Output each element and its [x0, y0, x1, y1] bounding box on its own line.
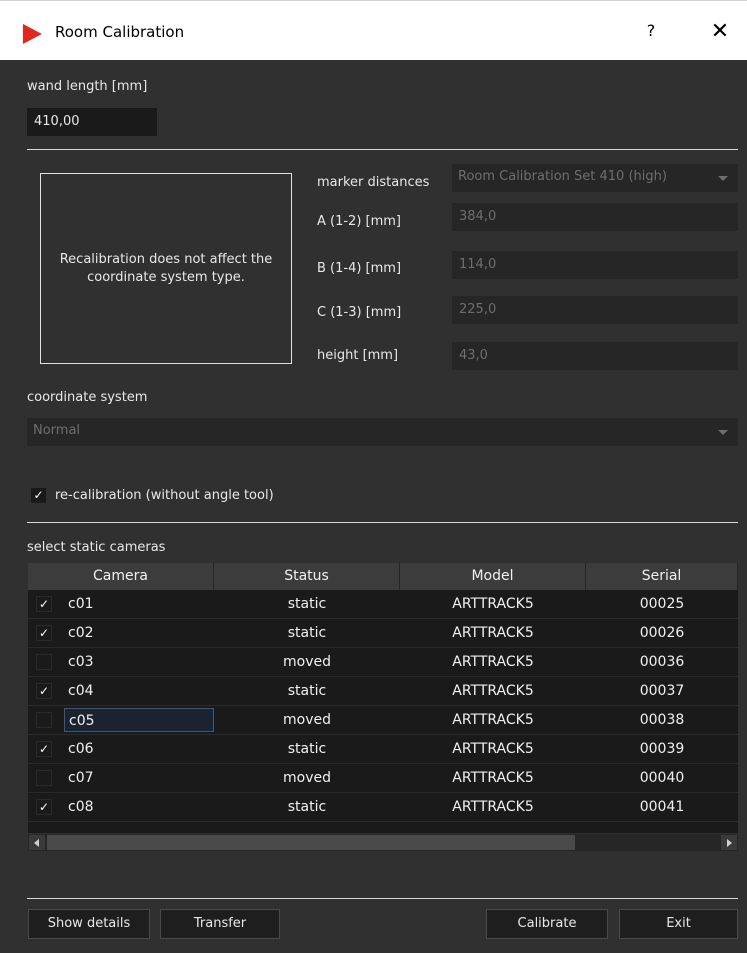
- marker-distances-label: marker distances: [317, 175, 430, 190]
- row-checkbox[interactable]: [36, 770, 52, 786]
- chevron-down-icon: [718, 176, 728, 181]
- scroll-left-icon[interactable]: [29, 835, 45, 850]
- camera-name: c08: [68, 799, 94, 815]
- help-button[interactable]: ?: [638, 21, 664, 45]
- camera-name: c07: [68, 770, 94, 786]
- recalibration-option[interactable]: ✓ re-calibration (without angle tool): [31, 488, 274, 503]
- scroll-right-icon[interactable]: [721, 835, 737, 850]
- camera-name: c01: [68, 596, 94, 612]
- camera-serial: 00037: [639, 683, 685, 699]
- camera-model: ARTTRACK5: [452, 741, 534, 757]
- camera-model: ARTTRACK5: [452, 654, 534, 670]
- table-header: Camera Status Model Serial: [28, 563, 738, 590]
- exit-button[interactable]: Exit: [619, 909, 738, 939]
- show-details-button[interactable]: Show details: [28, 909, 150, 939]
- column-header-serial[interactable]: Serial: [586, 563, 738, 590]
- camera-name: c04: [68, 683, 94, 699]
- transfer-button[interactable]: Transfer: [160, 909, 280, 939]
- column-header-camera[interactable]: Camera: [28, 563, 214, 590]
- height-label: height [mm]: [317, 348, 399, 363]
- camera-model: ARTTRACK5: [452, 712, 534, 728]
- camera-serial: 00036: [639, 654, 685, 670]
- table-row[interactable]: ✓ c04 static ARTTRACK5 00037: [28, 677, 738, 706]
- camera-model: ARTTRACK5: [452, 625, 534, 641]
- table-row[interactable]: c03 moved ARTTRACK5 00036: [28, 648, 738, 677]
- marker-distances-value: Room Calibration Set 410 (high): [458, 169, 667, 184]
- marker-a-input[interactable]: 384,0: [452, 203, 738, 231]
- divider: [27, 149, 738, 150]
- divider: [27, 898, 738, 899]
- table-row[interactable]: ✓ c08 static ARTTRACK5 00041: [28, 793, 738, 822]
- recalibration-checkbox[interactable]: ✓: [31, 488, 46, 503]
- marker-c-label: C (1-3) [mm]: [317, 305, 402, 320]
- app-logo-icon: [23, 24, 42, 44]
- coordinate-system-value: Normal: [33, 423, 81, 438]
- camera-serial: 00041: [639, 799, 685, 815]
- camera-model: ARTTRACK5: [452, 770, 534, 786]
- camera-name: c02: [68, 625, 94, 641]
- marker-b-input[interactable]: 114,0: [452, 251, 738, 279]
- camera-name: c06: [68, 741, 94, 757]
- row-checkbox[interactable]: ✓: [36, 625, 52, 641]
- row-checkbox[interactable]: ✓: [36, 799, 52, 815]
- row-checkbox[interactable]: [36, 712, 52, 728]
- select-cameras-label: select static cameras: [27, 540, 166, 555]
- camera-table: Camera Status Model Serial ✓ c01 static A…: [28, 563, 738, 833]
- camera-serial: 00040: [639, 770, 685, 786]
- camera-status: static: [287, 596, 327, 612]
- divider: [27, 522, 738, 523]
- camera-serial: 00025: [639, 596, 685, 612]
- wand-length-label: wand length [mm]: [27, 79, 148, 94]
- marker-a-label: A (1-2) [mm]: [317, 214, 402, 229]
- chevron-down-icon: [718, 430, 728, 435]
- title-bar: Room Calibration ? ✕: [0, 0, 747, 60]
- camera-status: static: [287, 799, 327, 815]
- row-checkbox[interactable]: ✓: [36, 683, 52, 699]
- recalibration-label: re-calibration (without angle tool): [55, 488, 274, 503]
- table-row[interactable]: ✓ c02 static ARTTRACK5 00026: [28, 619, 738, 648]
- info-text: Recalibration does not affect the coordi…: [59, 251, 273, 285]
- table-row[interactable]: ✓ c06 static ARTTRACK5 00039: [28, 735, 738, 764]
- table-row[interactable]: ✓ c01 static ARTTRACK5 00025: [28, 590, 738, 619]
- camera-status: static: [287, 683, 327, 699]
- horizontal-scrollbar[interactable]: [28, 834, 738, 851]
- window-title: Room Calibration: [55, 23, 185, 41]
- marker-b-label: B (1-4) [mm]: [317, 261, 402, 276]
- row-checkbox[interactable]: [36, 654, 52, 670]
- camera-status: moved: [283, 712, 331, 728]
- camera-name: c05: [64, 708, 214, 732]
- calibrate-button[interactable]: Calibrate: [486, 909, 608, 939]
- camera-status: moved: [283, 770, 331, 786]
- camera-status: static: [287, 741, 327, 757]
- camera-status: moved: [283, 654, 331, 670]
- camera-model: ARTTRACK5: [452, 596, 534, 612]
- camera-model: ARTTRACK5: [452, 799, 534, 815]
- table-row[interactable]: c05 moved ARTTRACK5 00038: [28, 706, 738, 735]
- dialog-body: wand length [mm] 410,00 Recalibration do…: [0, 60, 747, 953]
- row-checkbox[interactable]: ✓: [36, 741, 52, 757]
- camera-serial: 00026: [639, 625, 685, 641]
- camera-serial: 00038: [639, 712, 685, 728]
- coordinate-system-select[interactable]: Normal: [27, 418, 738, 446]
- coordinate-system-label: coordinate system: [27, 390, 148, 405]
- marker-c-input[interactable]: 225,0: [452, 296, 738, 324]
- column-header-status[interactable]: Status: [214, 563, 400, 590]
- camera-status: static: [287, 625, 327, 641]
- camera-serial: 00039: [639, 741, 685, 757]
- column-header-model[interactable]: Model: [400, 563, 586, 590]
- marker-distances-select[interactable]: Room Calibration Set 410 (high): [452, 164, 738, 192]
- height-input[interactable]: 43,0: [452, 342, 738, 370]
- close-button[interactable]: ✕: [705, 19, 735, 47]
- wand-length-input[interactable]: 410,00: [27, 108, 157, 136]
- row-checkbox[interactable]: ✓: [36, 596, 52, 612]
- camera-model: ARTTRACK5: [452, 683, 534, 699]
- camera-name: c03: [68, 654, 94, 670]
- table-row[interactable]: c07 moved ARTTRACK5 00040: [28, 764, 738, 793]
- info-box: Recalibration does not affect the coordi…: [40, 173, 292, 364]
- scrollbar-thumb[interactable]: [47, 835, 575, 850]
